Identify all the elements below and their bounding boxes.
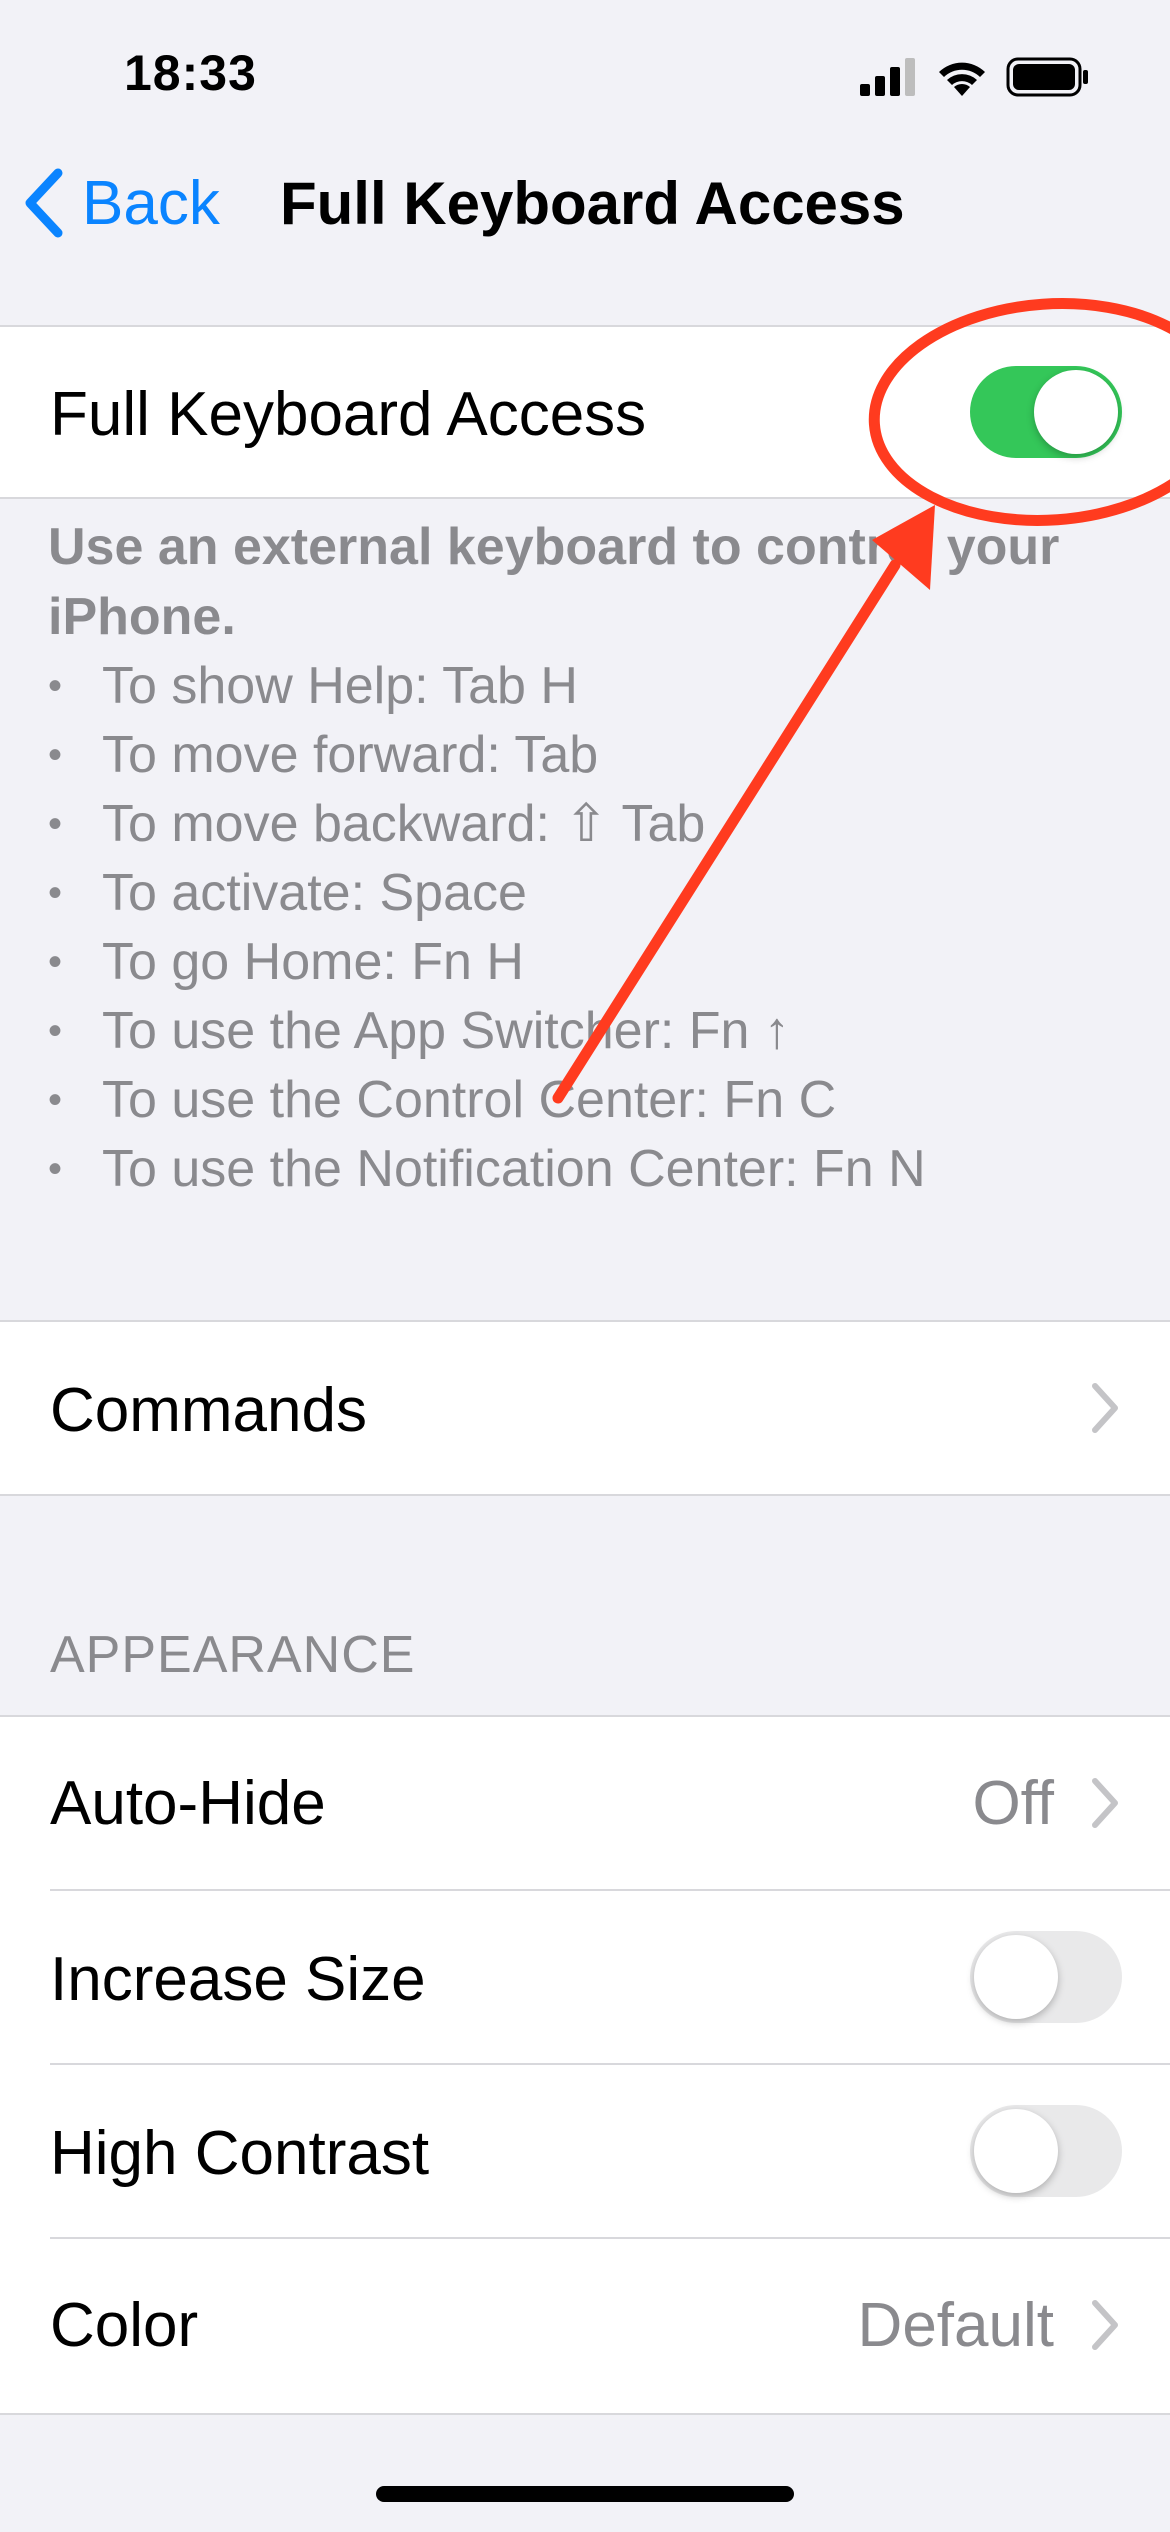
list-item: • To go Home: Fn H [48,933,524,991]
page-title: Full Keyboard Access [280,169,905,237]
full-keyboard-access-label: Full Keyboard Access [50,380,647,449]
increase-size-toggle[interactable] [970,1931,1122,2023]
home-indicator[interactable] [376,2486,794,2502]
shortcut-list: • To show Help: Tab H • To move forward: T… [48,652,1098,1204]
commands-row[interactable]: Commands [0,1320,1170,1496]
toggle-knob [1034,370,1118,454]
color-value: Default [857,2291,1054,2360]
status-time: 18:33 [124,45,257,101]
cellular-signal-icon [860,58,915,96]
status-icons [860,52,1090,102]
appearance-group: Auto-Hide Off Increase Size High Contras… [0,1715,1170,2415]
description: Use an external keyboard to control your… [48,512,1098,1204]
increase-size-row: Increase Size [0,1891,1170,2063]
commands-label: Commands [50,1376,367,1445]
list-item: • To use the Control Center: Fn C [48,1071,837,1129]
list-item: • To move forward: Tab [48,726,599,784]
description-heading: Use an external keyboard to control your… [48,518,1060,646]
toggle-knob [974,2109,1058,2193]
chevron-right-icon [1092,1383,1118,1433]
increase-size-label: Increase Size [50,1945,426,2014]
list-item: • To use the Notification Center: Fn N [48,1140,926,1198]
full-keyboard-access-toggle[interactable] [970,366,1122,458]
chevron-right-icon [1092,1778,1118,1828]
back-label: Back [82,168,220,238]
high-contrast-toggle[interactable] [970,2105,1122,2197]
full-keyboard-access-row: Full Keyboard Access [0,325,1170,499]
high-contrast-label: High Contrast [50,2119,430,2188]
back-button[interactable]: Back [20,158,220,248]
list-item: • To move backward: ⇧ Tab [48,795,706,853]
auto-hide-row[interactable]: Auto-Hide Off [0,1717,1170,1889]
auto-hide-value: Off [972,1769,1054,1838]
color-row[interactable]: Color Default [0,2239,1170,2411]
appearance-section-header: APPEARANCE [50,1626,416,1684]
back-chevron-icon [25,168,63,238]
high-contrast-row: High Contrast [0,2065,1170,2237]
wifi-icon [939,62,985,96]
list-item: • To show Help: Tab H [48,657,578,715]
list-item: • To activate: Space [48,864,527,922]
auto-hide-label: Auto-Hide [50,1769,326,1838]
chevron-right-icon [1092,2300,1118,2350]
list-item: • To use the App Switcher: Fn ↑ [48,1002,790,1060]
color-label: Color [50,2291,199,2360]
toggle-knob [974,1935,1058,2019]
battery-icon [1006,57,1088,97]
